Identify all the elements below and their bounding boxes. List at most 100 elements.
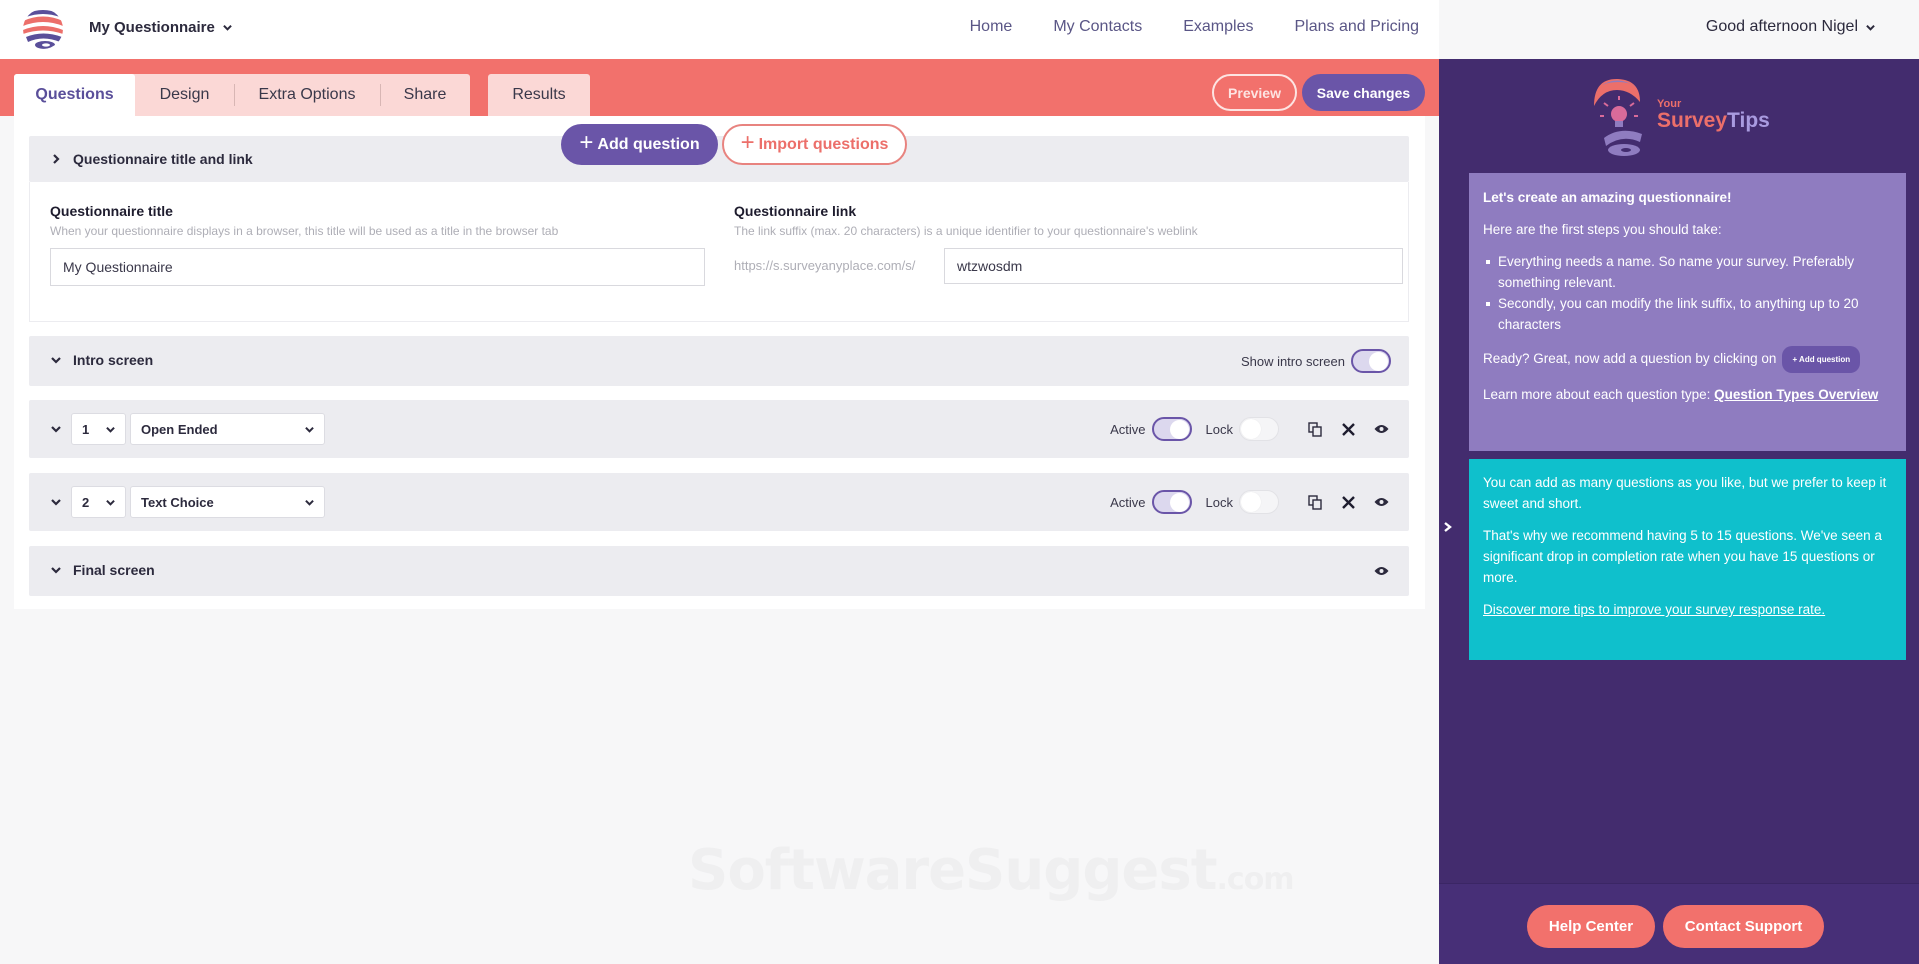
link-prefix: https://s.surveyanyplace.com/s/	[734, 258, 916, 273]
tab-design[interactable]: Design	[135, 74, 234, 116]
import-questions-label: Import questions	[758, 135, 889, 153]
questionnaire-name: My Questionnaire	[89, 19, 215, 36]
save-changes-button[interactable]: Save changes	[1302, 74, 1425, 111]
toggle-knob	[1241, 492, 1261, 512]
tab-extra-options[interactable]: Extra Options	[234, 74, 380, 116]
main-nav: Home My Contacts Examples Plans and Pric…	[970, 18, 1419, 36]
preview-button[interactable]: Preview	[1212, 74, 1297, 111]
duplicate-icon[interactable]	[1305, 492, 1325, 512]
section-heading: Questionnaire title and link	[51, 151, 253, 167]
chevron-right-icon[interactable]	[1442, 520, 1454, 534]
response-rate-tips-link[interactable]: Discover more tips to improve your surve…	[1483, 602, 1825, 617]
mini-add-question-button[interactable]: + Add question	[1782, 346, 1861, 373]
watermark-suffix: .com	[1216, 862, 1295, 897]
question-types-overview-link[interactable]: Question Types Overview	[1714, 387, 1878, 402]
title-link-heading: Questionnaire title and link	[73, 151, 253, 167]
questionnaire-title-label: Questionnaire title	[50, 203, 173, 219]
intro-screen-label: Intro screen	[73, 352, 154, 368]
chevron-down-icon	[51, 567, 61, 574]
questionnaire-title-hint: When your questionnaire displays in a br…	[50, 224, 559, 238]
survey-tips-logo: Your SurveyTips	[1590, 76, 1770, 158]
chevron-down-icon[interactable]	[51, 424, 61, 434]
nav-home[interactable]: Home	[970, 18, 1013, 36]
chevron-down-icon	[106, 499, 115, 506]
intro-controls: Show intro screen	[1241, 349, 1391, 373]
question-type: Open Ended	[141, 421, 218, 437]
tip-learn-text: Learn more about each question type:	[1483, 387, 1711, 402]
question-controls: Active Lock	[1110, 417, 1391, 441]
questionnaire-link-hint: The link suffix (max. 20 characters) is …	[734, 224, 1198, 238]
nav-my-contacts[interactable]: My Contacts	[1053, 18, 1142, 36]
help-center-button[interactable]: Help Center	[1527, 905, 1655, 948]
question-number: 1	[82, 421, 90, 437]
delete-icon[interactable]	[1338, 419, 1358, 439]
chevron-down-icon	[51, 357, 61, 364]
lock-toggle[interactable]	[1239, 490, 1279, 514]
user-menu[interactable]: Good afternoon Nigel	[1706, 18, 1875, 36]
question-number-select[interactable]: 2	[71, 486, 126, 518]
show-intro-toggle[interactable]	[1351, 349, 1391, 373]
question-number-select[interactable]: 1	[71, 413, 126, 445]
top-navbar: My Questionnaire Home My Contacts Exampl…	[0, 0, 1439, 59]
question-type-select[interactable]: Text Choice	[130, 486, 325, 518]
tab-questions[interactable]: Questions	[14, 74, 135, 116]
tip-ready-text: Ready? Great, now add a question by clic…	[1483, 351, 1777, 367]
add-question-label: Add question	[597, 135, 700, 153]
toggle-knob	[1241, 419, 1261, 439]
lock-label: Lock	[1205, 421, 1233, 437]
chevron-down-icon[interactable]	[51, 497, 61, 507]
eye-icon[interactable]	[1371, 419, 1391, 439]
eye-icon[interactable]	[1371, 492, 1391, 512]
eye-icon[interactable]	[1371, 561, 1391, 581]
title-link-section-header[interactable]: Questionnaire title and link	[29, 136, 1409, 182]
tip-learn: Learn more about each question type: Que…	[1483, 384, 1892, 405]
tip-card-getting-started: Let's create an amazing questionnaire! H…	[1469, 173, 1906, 451]
import-questions-button[interactable]: + Import questions	[722, 124, 907, 165]
tip-heading: Let's create an amazing questionnaire!	[1483, 190, 1732, 205]
tab-share[interactable]: Share	[380, 74, 470, 116]
show-intro-label: Show intro screen	[1240, 353, 1345, 369]
tip-steps: Everything needs a name. So name your su…	[1483, 251, 1892, 335]
tip-link-row: Discover more tips to improve your surve…	[1483, 599, 1892, 620]
intro-screen-section: Intro screen Show intro screen	[29, 336, 1409, 386]
user-bar: Good afternoon Nigel	[1439, 0, 1919, 59]
app-logo-icon[interactable]	[22, 8, 64, 50]
questionnaire-switcher[interactable]: My Questionnaire	[89, 19, 232, 36]
lock-label: Lock	[1205, 494, 1233, 510]
contact-support-button[interactable]: Contact Support	[1663, 905, 1824, 948]
brand-survey: Survey	[1657, 109, 1728, 132]
intro-screen-header[interactable]: Intro screen	[51, 352, 153, 368]
link-suffix-input[interactable]: wtzwosdm	[944, 248, 1403, 284]
nav-plans-and-pricing[interactable]: Plans and Pricing	[1294, 18, 1419, 36]
add-question-button[interactable]: + Add question	[561, 124, 718, 165]
delete-icon[interactable]	[1338, 492, 1358, 512]
watermark: SoftwareSuggest.com	[688, 838, 1295, 903]
question-row: 2 Text Choice Active Lock	[29, 473, 1409, 531]
questions-editor: Questionnaire title and link Questionnai…	[14, 116, 1425, 609]
questionnaire-title-input[interactable]: My Questionnaire	[50, 248, 705, 286]
tab-results[interactable]: Results	[488, 74, 590, 116]
chevron-down-icon	[1866, 24, 1875, 31]
chevron-down-icon	[305, 426, 314, 433]
tip-card-question-count: You can add as many questions as you lik…	[1469, 459, 1906, 660]
duplicate-icon[interactable]	[1305, 419, 1325, 439]
final-screen-section: Final screen	[29, 546, 1409, 596]
active-label: Active	[1110, 421, 1146, 437]
brand-wordmark: SurveyTips	[1657, 109, 1770, 133]
final-screen-header[interactable]: Final screen	[51, 562, 155, 578]
tip-paragraph: You can add as many questions as you lik…	[1483, 475, 1887, 511]
question-number: 2	[82, 494, 90, 510]
active-toggle[interactable]	[1151, 417, 1192, 441]
toggle-knob	[1169, 420, 1189, 439]
chevron-down-icon	[106, 426, 115, 433]
tip-ready: Ready? Great, now add a question by clic…	[1483, 346, 1892, 373]
question-type-select[interactable]: Open Ended	[130, 413, 325, 445]
question-row: 1 Open Ended Active Lock	[29, 400, 1409, 458]
active-label: Active	[1110, 494, 1146, 510]
plus-icon: +	[740, 129, 755, 156]
lock-toggle[interactable]	[1239, 417, 1279, 441]
tip-paragraph: That's why we recommend having 5 to 15 q…	[1483, 528, 1882, 585]
nav-examples[interactable]: Examples	[1183, 18, 1253, 36]
active-toggle[interactable]	[1151, 490, 1192, 514]
watermark-main: SoftwareSuggest	[688, 838, 1218, 903]
